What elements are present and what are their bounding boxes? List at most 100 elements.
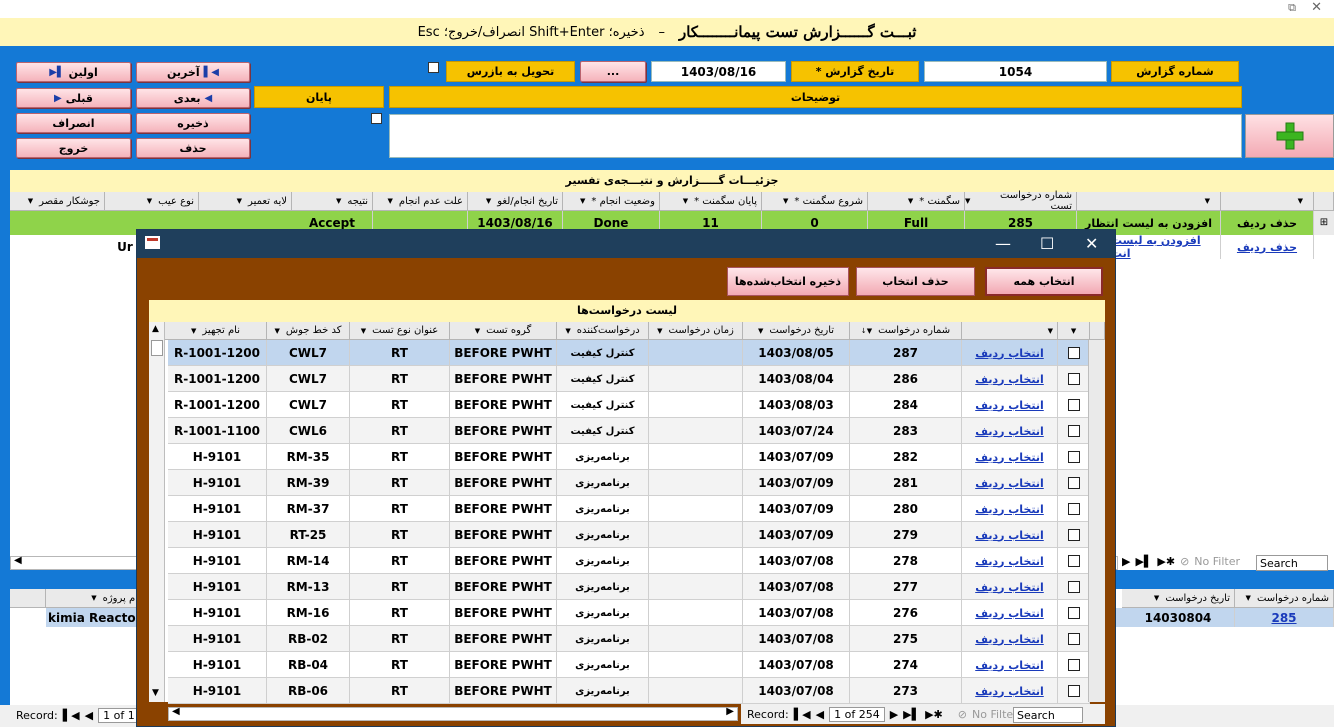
cell-group[interactable]: BEFORE PWHT <box>450 366 557 392</box>
cell-group[interactable]: BEFORE PWHT <box>450 600 557 626</box>
row-checkbox-cell[interactable] <box>1058 548 1090 574</box>
cell-time[interactable] <box>649 470 743 496</box>
cell-type[interactable]: RT <box>350 496 450 522</box>
cell-num[interactable]: 282 <box>850 444 962 470</box>
select-row-link-cell[interactable]: انتخاب ردیف <box>962 626 1058 652</box>
cell-by[interactable]: برنامه‌ریزی <box>557 496 649 522</box>
row-checkbox-cell[interactable] <box>1058 366 1090 392</box>
request-row[interactable]: R-1001-1200 CWL7 RT BEFORE PWHT کنترل کیفیت 1… <box>168 366 1090 392</box>
select-row-link-cell[interactable]: انتخاب ردیف <box>962 522 1058 548</box>
list-header-line[interactable]: کد خط جوش ▼ <box>267 322 350 340</box>
cell-line[interactable]: CWL7 <box>267 340 350 366</box>
bottom-request-cell[interactable]: 285 <box>1235 608 1334 627</box>
cell-line[interactable]: CWL6 <box>267 418 350 444</box>
cell-date[interactable]: 1403/07/09 <box>743 496 850 522</box>
cell-time[interactable] <box>649 600 743 626</box>
cell-type[interactable]: RT <box>350 522 450 548</box>
details-header-delete[interactable]: ▼ <box>1221 192 1314 211</box>
add-waitlist-link-2-text[interactable]: افزودن به لیست انت <box>1111 234 1220 260</box>
list-header-group[interactable]: گروه تست ▼ <box>450 322 557 340</box>
next-nav-icon[interactable]: ▶ <box>1122 555 1130 568</box>
select-row-link-cell[interactable]: انتخاب ردیف <box>962 600 1058 626</box>
cell-type[interactable]: RT <box>350 652 450 678</box>
description-input[interactable] <box>389 114 1242 158</box>
details-header-result[interactable]: نتیجه ▼ <box>292 192 373 211</box>
cell-group[interactable]: BEFORE PWHT <box>450 392 557 418</box>
request-row[interactable]: R-1001-1200 CWL7 RT BEFORE PWHT کنترل کیفیت 1… <box>168 392 1090 418</box>
cell-by[interactable]: برنامه‌ریزی <box>557 548 649 574</box>
select-row-link-cell[interactable]: انتخاب ردیف <box>962 444 1058 470</box>
cell-by[interactable]: کنترل کیفیت <box>557 418 649 444</box>
list-no-filter[interactable]: No Filter <box>972 708 1018 721</box>
cell-equip[interactable]: H-9101 <box>168 626 267 652</box>
cell-num[interactable]: 287 <box>850 340 962 366</box>
select-row-link[interactable]: انتخاب ردیف <box>975 685 1044 698</box>
row-checkbox[interactable] <box>1067 373 1080 385</box>
cell-line[interactable]: RM-14 <box>267 548 350 574</box>
save-button[interactable]: ذخیره <box>136 113 250 133</box>
cell-type[interactable]: RT <box>350 392 450 418</box>
list-header-check[interactable]: ▼ <box>1058 322 1090 340</box>
list-header-date[interactable]: تاریخ درخواست ▼ <box>743 322 850 340</box>
cell-type[interactable]: RT <box>350 626 450 652</box>
cell-by[interactable]: برنامه‌ریزی <box>557 470 649 496</box>
cell-equip[interactable]: H-9101 <box>168 574 267 600</box>
cell-num[interactable]: 275 <box>850 626 962 652</box>
details-header-add[interactable]: ▼ <box>1077 192 1221 211</box>
cell-by[interactable]: برنامه‌ریزی <box>557 574 649 600</box>
details-header-status[interactable]: وضعیت انجام * ▼ <box>563 192 660 211</box>
details-header-defect[interactable]: نوع عیب ▼ <box>105 192 199 211</box>
cell-date[interactable]: 1403/07/08 <box>743 548 850 574</box>
cell-num[interactable]: 277 <box>850 574 962 600</box>
cell-type[interactable]: RT <box>350 574 450 600</box>
select-row-link[interactable]: انتخاب ردیف <box>975 607 1044 620</box>
cell-line[interactable]: RM-13 <box>267 574 350 600</box>
row-checkbox[interactable] <box>1067 581 1080 593</box>
select-row-link[interactable]: انتخاب ردیف <box>975 529 1044 542</box>
request-row[interactable]: R-1001-1100 CWL6 RT BEFORE PWHT کنترل کیفیت 1… <box>168 418 1090 444</box>
list-search-input[interactable]: Search <box>1013 707 1083 723</box>
cell-line[interactable]: RB-04 <box>267 652 350 678</box>
restore-icon[interactable]: ⧉ <box>1288 1 1296 15</box>
cell-by[interactable]: برنامه‌ریزی <box>557 600 649 626</box>
scroll-thumb[interactable] <box>151 340 163 356</box>
cell-group[interactable]: BEFORE PWHT <box>450 470 557 496</box>
cell-time[interactable] <box>649 626 743 652</box>
cell-line[interactable]: RM-16 <box>267 600 350 626</box>
deliver-checkbox[interactable] <box>428 62 439 73</box>
cell-equip[interactable]: H-9101 <box>168 496 267 522</box>
new-nav-icon[interactable]: ▶✱ <box>1157 555 1175 568</box>
last-nav-icon[interactable]: ▶▌ <box>1135 555 1152 568</box>
cell-date[interactable]: 1403/07/08 <box>743 678 850 704</box>
row-checkbox-cell[interactable] <box>1058 678 1090 704</box>
maximize-icon[interactable]: ☐ <box>1040 234 1054 253</box>
request-row[interactable]: H-9101 RM-35 RT BEFORE PWHT برنامه‌ریزی 1403/… <box>168 444 1090 470</box>
report-number-field[interactable]: 1054 <box>924 61 1107 82</box>
cell-group[interactable]: BEFORE PWHT <box>450 496 557 522</box>
cell-equip[interactable]: R-1001-1200 <box>168 340 267 366</box>
cell-group[interactable]: BEFORE PWHT <box>450 574 557 600</box>
cell-date[interactable]: 1403/07/09 <box>743 522 850 548</box>
row-checkbox[interactable] <box>1067 685 1080 697</box>
row-checkbox[interactable] <box>1067 555 1080 567</box>
select-row-link-cell[interactable]: انتخاب ردیف <box>962 340 1058 366</box>
select-row-link[interactable]: انتخاب ردیف <box>975 633 1044 646</box>
list-header-select[interactable]: ▼ <box>962 322 1058 340</box>
cell-num[interactable]: 279 <box>850 522 962 548</box>
cell-date[interactable]: 1403/08/03 <box>743 392 850 418</box>
cell-date[interactable]: 1403/07/08 <box>743 626 850 652</box>
cell-equip[interactable]: H-9101 <box>168 470 267 496</box>
select-row-link[interactable]: انتخاب ردیف <box>975 373 1044 386</box>
cell-date[interactable]: 1403/07/09 <box>743 470 850 496</box>
cell-time[interactable] <box>649 548 743 574</box>
delete-row-link-2-text[interactable]: حذف ردیف <box>1237 241 1297 254</box>
scroll-down-icon[interactable]: ▼ <box>152 688 159 698</box>
select-all-button[interactable]: انتخاب همه <box>985 267 1103 296</box>
prev-nav-icon[interactable]: ◀ <box>85 709 93 722</box>
cell-time[interactable] <box>649 496 743 522</box>
cell-group[interactable]: BEFORE PWHT <box>450 418 557 444</box>
end-checkbox[interactable] <box>371 113 382 124</box>
row-checkbox-cell[interactable] <box>1058 496 1090 522</box>
delete-row-link[interactable]: حذف ردیف <box>1221 211 1314 235</box>
select-row-link-cell[interactable]: انتخاب ردیف <box>962 548 1058 574</box>
